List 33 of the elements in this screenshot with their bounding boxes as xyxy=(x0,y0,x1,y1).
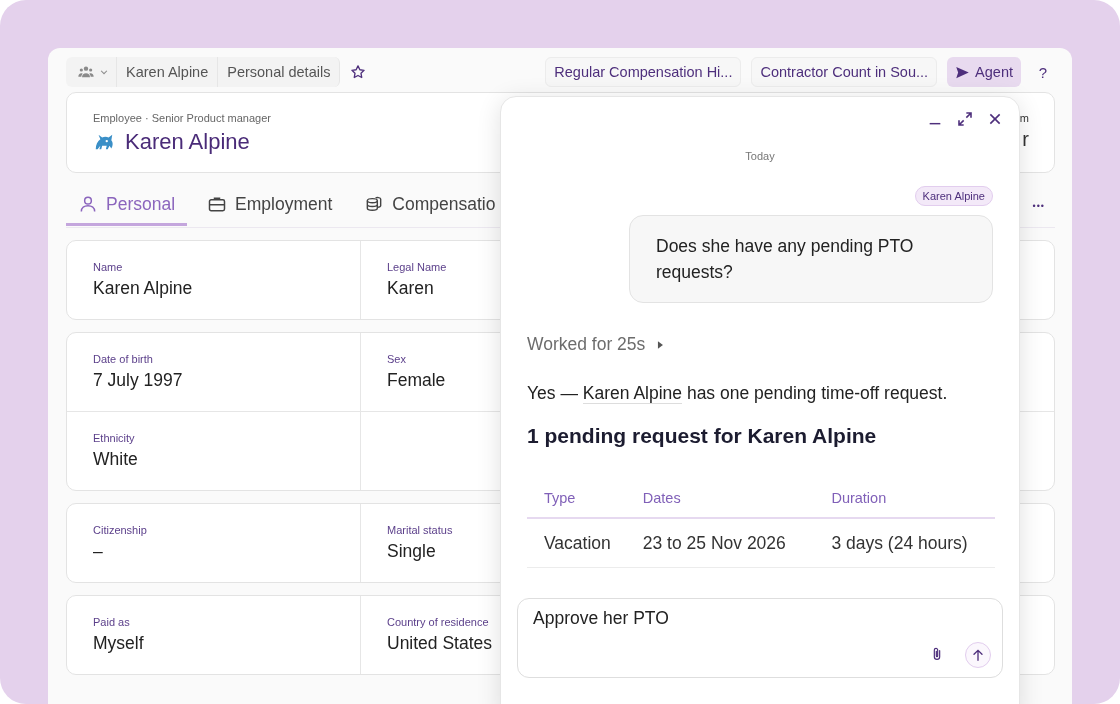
answer-heading: 1 pending request for Karen Alpine xyxy=(527,424,878,448)
date-separator: Today xyxy=(744,150,776,162)
field-label: Name xyxy=(93,261,123,273)
field-value: Female xyxy=(387,370,446,391)
field-label: Marital status xyxy=(387,524,453,536)
employee-name: Karen Alpine xyxy=(125,129,250,155)
table-cell: 23 to 25 Nov 2026 xyxy=(625,518,815,568)
answer-text: Yes — Karen Alpine has one pending time-off request. xyxy=(527,383,949,404)
table-cell: Vacation xyxy=(527,518,626,568)
column-header: Dates xyxy=(625,490,815,518)
field-value: United States xyxy=(387,633,493,654)
field-label: Country of residence xyxy=(387,616,489,628)
field-label: Legal Name xyxy=(387,261,447,273)
field-label: Paid as xyxy=(93,616,130,628)
field-label: Date of birth xyxy=(93,353,153,365)
table-cell: 3 days (24 hours) xyxy=(814,518,995,568)
field-value: Karen xyxy=(387,278,434,299)
field-value: Karen Alpine xyxy=(93,278,193,299)
column-header: Duration xyxy=(814,490,995,518)
field-value: Myself xyxy=(93,633,144,654)
field-label: Sex xyxy=(387,353,406,365)
field-value: r xyxy=(1021,128,1029,151)
field-value: White xyxy=(93,449,138,470)
user-message: Does she have any pending PTO requests? xyxy=(629,215,993,303)
field-label: Ethnicity xyxy=(93,432,135,444)
employee-role: Employee · Senior Product manager xyxy=(93,112,271,124)
field-label: Citizenship xyxy=(93,524,147,536)
field-value: 7 July 1997 xyxy=(93,370,183,391)
sender-tag: Karen Alpine xyxy=(914,186,993,206)
column-header: Type xyxy=(527,490,626,518)
field-value: Single xyxy=(387,541,436,562)
field-value: – xyxy=(93,541,103,562)
field-label: m xyxy=(1019,112,1029,124)
